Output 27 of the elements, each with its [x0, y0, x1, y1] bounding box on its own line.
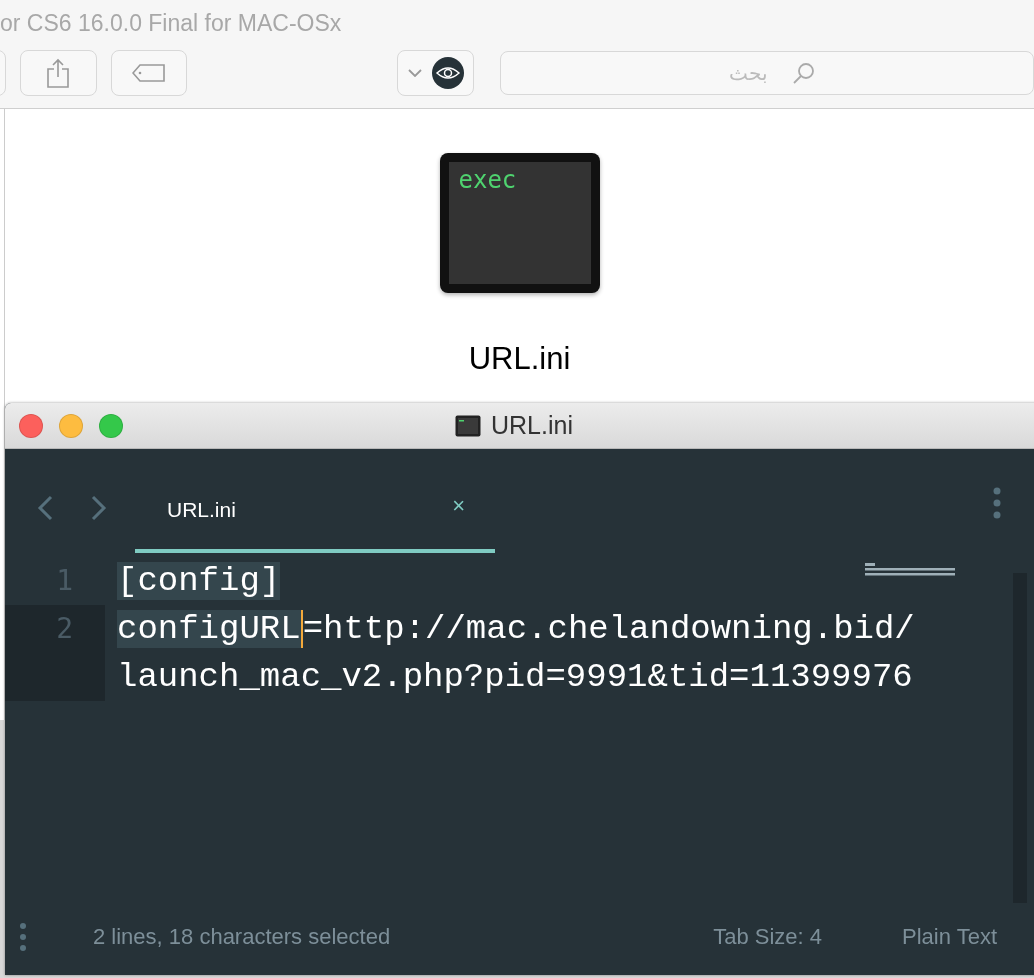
tab[interactable]: URL.ini ×	[135, 487, 495, 553]
search-icon	[792, 61, 816, 85]
file-icon[interactable]: exec	[439, 153, 600, 293]
share-button[interactable]	[19, 50, 97, 96]
selection-status: 2 lines, 18 characters selected	[93, 924, 391, 950]
more-icon[interactable]	[993, 487, 1001, 519]
file-icon-label: exec	[458, 166, 517, 194]
file-name[interactable]: URL.ini	[468, 341, 571, 377]
menu-icon[interactable]	[19, 922, 27, 952]
code-line: configURL=http://mac.chelandowning.bid/launch_mac_v2.php?pid=9991&tid=11399976	[117, 609, 916, 698]
minimize-window-button[interactable]	[59, 413, 83, 438]
close-window-button[interactable]	[19, 413, 43, 438]
tag-button[interactable]	[110, 50, 188, 96]
line-number: 2	[56, 612, 73, 645]
search-field[interactable]: بحث	[500, 51, 1034, 95]
window-title: or CS6 16.0.0 Final for MAC-OSx	[0, 9, 343, 38]
syntax-status[interactable]: Plain Text	[902, 924, 997, 950]
zoom-window-button[interactable]	[99, 413, 123, 438]
document-icon	[455, 414, 481, 437]
tag-icon	[131, 64, 166, 82]
close-tab-button[interactable]: ×	[452, 487, 465, 517]
caret-icon	[407, 69, 422, 77]
view-dropdown-button[interactable]	[397, 50, 474, 96]
share-icon	[46, 58, 71, 88]
tab-size-status[interactable]: Tab Size: 4	[713, 924, 822, 950]
eye-icon	[431, 57, 464, 89]
window-title: URL.ini	[491, 411, 573, 440]
